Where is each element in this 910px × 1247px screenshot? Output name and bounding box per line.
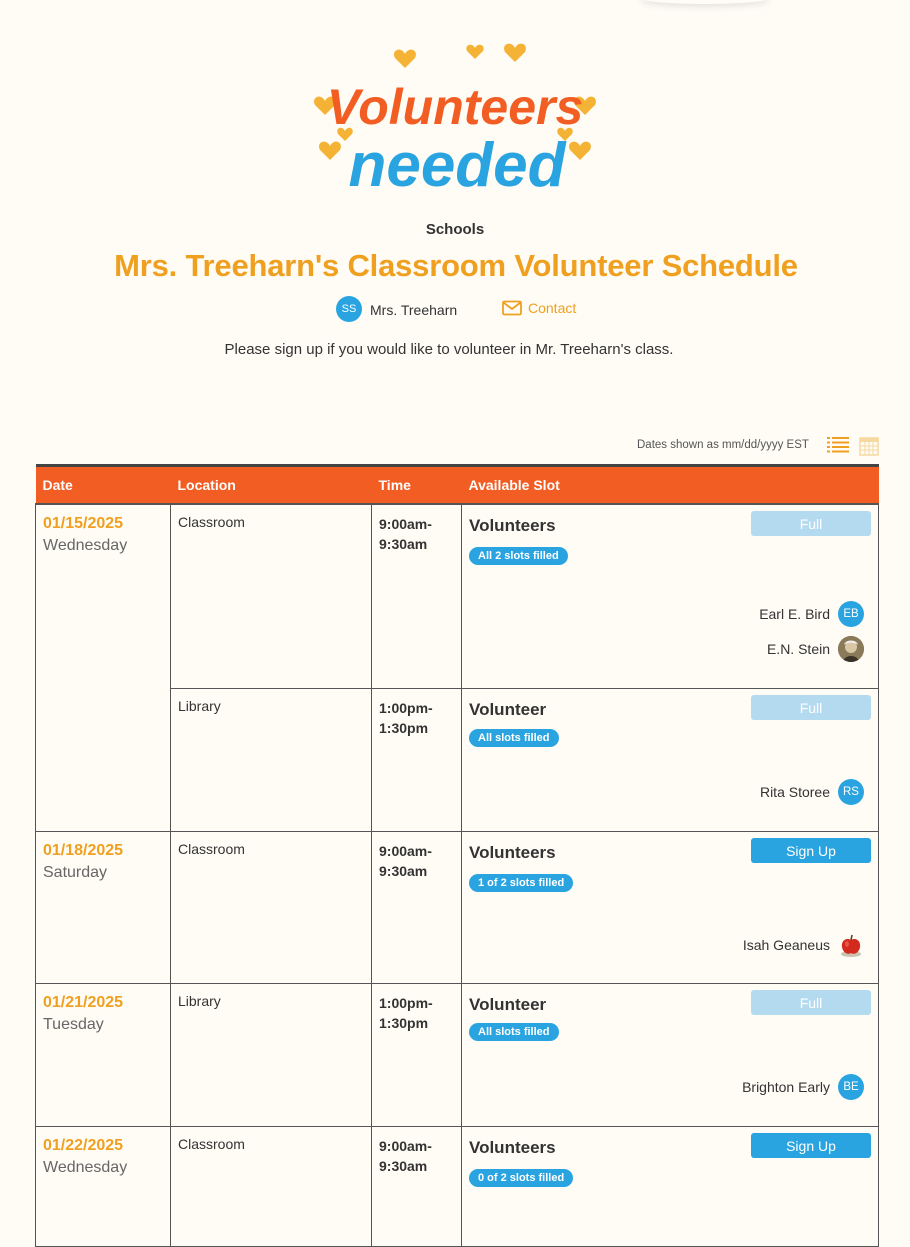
- date-cell: 01/22/2025 Wednesday: [35, 1125, 171, 1247]
- time-start: 1:00pm-: [379, 994, 433, 1011]
- time-start: 9:00am-: [379, 842, 432, 859]
- slot-title: Volunteers: [469, 842, 556, 862]
- volunteer-name: Earl E. Bird: [759, 606, 830, 622]
- logo-line2: needed: [348, 131, 566, 200]
- full-button: Full: [751, 989, 871, 1015]
- volunteer-avatar: RS: [838, 778, 864, 805]
- date-weekday: Wednesday: [43, 1158, 128, 1176]
- date-weekday: Tuesday: [43, 1015, 104, 1033]
- slot-title: Volunteers: [469, 516, 556, 535]
- organizer-name: Mrs. Treeharn: [370, 302, 458, 318]
- envelope-icon: [502, 300, 522, 316]
- volunteer-name: Brighton Early: [742, 1078, 830, 1095]
- slot-title: Volunteers: [469, 1137, 556, 1157]
- time-end: 9:30am: [379, 1157, 428, 1174]
- slot-title: Volunteer: [469, 699, 547, 719]
- slot-status-badge: 1 of 2 slots filled: [469, 873, 574, 892]
- volunteer-entry: Brighton Early BE: [742, 1073, 864, 1100]
- time-end: 1:30pm: [379, 1014, 429, 1031]
- slot-cell: Volunteer All slots filled Full Rita Sto…: [461, 687, 879, 832]
- volunteer-photo-avatar: [838, 636, 864, 662]
- date-value: 01/18/2025: [43, 841, 124, 859]
- logo-line1: Volunteers: [327, 79, 584, 135]
- location-cell: Library: [170, 687, 372, 832]
- volunteer-avatar: BE: [838, 1073, 864, 1100]
- slot-status-badge: 0 of 2 slots filled: [469, 1168, 574, 1187]
- date-cell: 01/15/2025 Wednesday: [35, 503, 171, 832]
- time-cell: 1:00pm- 1:30pm: [371, 687, 462, 832]
- apple-avatar-icon: [841, 934, 861, 957]
- table-row: 01/22/2025 Wednesday Classroom 9:00am- 9…: [35, 1125, 879, 1247]
- top-shadow: [640, 0, 770, 4]
- sign-up-button[interactable]: Sign Up: [751, 1132, 871, 1158]
- volunteers-needed-logo: Volunteers needed: [310, 36, 600, 201]
- time-start: 9:00am-: [379, 1137, 432, 1154]
- location-cell: Classroom: [170, 1125, 372, 1247]
- volunteer-entry: Earl E. Bird EB: [759, 601, 864, 627]
- time-cell: 1:00pm- 1:30pm: [371, 982, 462, 1127]
- schedule-table: Date Location Time Available Slot 01/15/…: [35, 464, 879, 1247]
- slot-cell: Volunteer All slots filled Full Brighton…: [461, 982, 879, 1127]
- full-button: Full: [751, 511, 871, 536]
- time-end: 1:30pm: [379, 719, 429, 736]
- contact-label: Contact: [528, 300, 577, 316]
- column-header-location: Location: [170, 465, 372, 505]
- slot-title: Volunteer: [469, 994, 547, 1014]
- date-value: 01/15/2025: [43, 515, 124, 532]
- table-row: 01/21/2025 Tuesday Library 1:00pm- 1:30p…: [35, 982, 879, 1127]
- slot-status-badge: All slots filled: [469, 1022, 559, 1041]
- location-cell: Library: [170, 982, 372, 1127]
- time-end: 9:30am: [379, 862, 428, 879]
- column-header-slot: Available Slot: [461, 465, 879, 505]
- volunteer-name: Isah Geaneus: [742, 936, 830, 953]
- slot-cell: Volunteers All 2 slots filled Full Earl …: [461, 503, 879, 689]
- full-button: Full: [751, 694, 871, 720]
- description: Please sign up if you would like to volu…: [224, 341, 674, 358]
- slot-cell: Volunteers 0 of 2 slots filled Sign Up: [461, 1125, 879, 1247]
- organizer-avatar: SS: [336, 296, 362, 322]
- date-weekday: Wednesday: [43, 537, 128, 554]
- date-value: 01/21/2025: [43, 993, 124, 1011]
- table-row: 01/18/2025 Saturday Classroom 9:00am- 9:…: [35, 830, 879, 984]
- dates-note: Dates shown as mm/dd/yyyy EST: [637, 439, 809, 451]
- list-view-icon[interactable]: [827, 436, 849, 456]
- table-header: Date Location Time Available Slot: [35, 465, 879, 505]
- date-cell: 01/18/2025 Saturday: [35, 830, 171, 984]
- time-cell: 9:00am- 9:30am: [371, 830, 462, 984]
- time-start: 1:00pm-: [379, 699, 433, 716]
- time-start: 9:00am-: [379, 516, 432, 532]
- sign-up-button[interactable]: Sign Up: [751, 837, 871, 863]
- volunteer-entry: Isah Geaneus: [743, 932, 864, 958]
- location-cell: Classroom: [170, 503, 372, 689]
- organizer-row: SS Mrs. Treeharn Contact: [0, 296, 910, 322]
- volunteer-name: E.N. Stein: [766, 641, 830, 657]
- time-cell: 9:00am- 9:30am: [371, 1125, 462, 1247]
- volunteer-name: Rita Storee: [759, 783, 830, 800]
- contact-link[interactable]: Contact: [502, 300, 576, 316]
- date-weekday: Saturday: [43, 863, 108, 881]
- slot-status-badge: All 2 slots filled: [469, 547, 568, 565]
- time-cell: 9:00am- 9:30am: [371, 503, 462, 689]
- table-row: 01/15/2025 Wednesday Classroom 9:00am- 9…: [35, 503, 879, 832]
- page-title: Mrs. Treeharn's Classroom Volunteer Sche…: [114, 248, 798, 283]
- column-header-date: Date: [35, 465, 171, 505]
- category-label: Schools: [425, 221, 485, 238]
- volunteer-avatar: EB: [838, 601, 864, 627]
- date-value: 01/22/2025: [43, 1136, 124, 1154]
- volunteer-entry: Rita Storee RS: [759, 778, 864, 805]
- volunteer-entry: E.N. Stein: [767, 636, 864, 662]
- slot-cell: Volunteers 1 of 2 slots filled Sign Up I…: [461, 830, 879, 984]
- column-header-time: Time: [371, 465, 462, 505]
- date-cell: 01/21/2025 Tuesday: [35, 982, 171, 1127]
- time-end: 9:30am: [379, 536, 428, 552]
- slot-status-badge: All slots filled: [469, 728, 559, 747]
- calendar-view-icon[interactable]: [859, 436, 879, 456]
- location-cell: Classroom: [170, 830, 372, 984]
